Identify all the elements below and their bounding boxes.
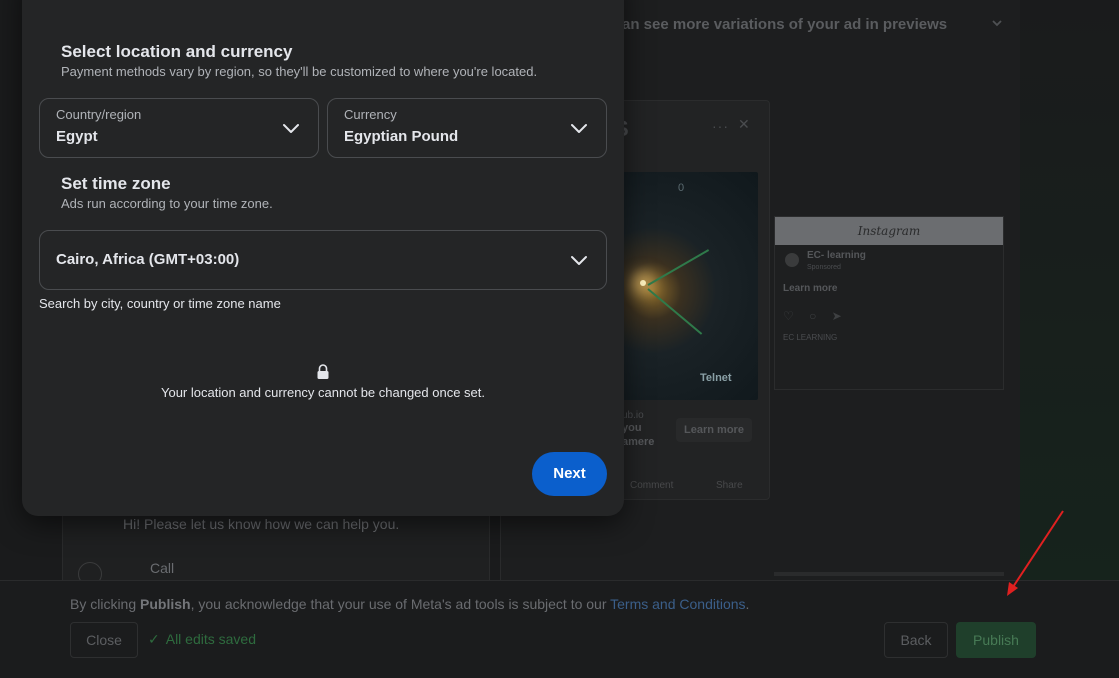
instagram-learn-more[interactable]: Learn more bbox=[783, 283, 837, 294]
legal-notice: By clicking Publish, you acknowledge tha… bbox=[70, 596, 750, 612]
ad-headline-line1: you bbox=[622, 422, 642, 434]
comment-action[interactable]: Comment bbox=[630, 480, 673, 491]
avatar bbox=[785, 253, 799, 267]
instagram-action-icons: ♡ ○ ➤ bbox=[783, 309, 848, 323]
terms-link[interactable]: Terms and Conditions bbox=[610, 596, 745, 612]
country-label: Country/region bbox=[56, 107, 142, 122]
save-status-label: All edits saved bbox=[165, 631, 257, 647]
ad-image: 0 Telnet bbox=[612, 172, 758, 400]
publish-button[interactable]: Publish bbox=[956, 622, 1036, 658]
lock-icon bbox=[317, 364, 329, 379]
country-value: Egypt bbox=[56, 128, 98, 145]
right-edge-panel bbox=[1020, 0, 1119, 580]
chevron-down-icon bbox=[571, 256, 587, 265]
ad-url: ub.io bbox=[622, 410, 644, 421]
instagram-header: Instagram bbox=[775, 217, 1003, 245]
back-button[interactable]: Back bbox=[884, 622, 948, 658]
share-action[interactable]: Share bbox=[716, 480, 743, 491]
country-select[interactable]: Country/region Egypt bbox=[39, 98, 319, 158]
sponsored-label: Sponsored bbox=[807, 264, 841, 271]
timezone-select[interactable]: Cairo, Africa (GMT+03:00) bbox=[39, 230, 607, 290]
help-message: Hi! Please let us know how we can help y… bbox=[123, 516, 400, 532]
instagram-preview-card: Instagram EC- learning Sponsored Learn m… bbox=[774, 216, 1004, 390]
save-status: ✓ All edits saved bbox=[148, 631, 256, 648]
currency-value: Egyptian Pound bbox=[344, 128, 459, 145]
close-icon[interactable]: ✕ bbox=[738, 116, 750, 133]
currency-label: Currency bbox=[344, 107, 397, 122]
chevron-down-icon bbox=[283, 124, 299, 133]
timezone-section-title: Set time zone bbox=[61, 174, 171, 193]
ad-image-number: 0 bbox=[678, 182, 685, 194]
ad-headline-line2: amere bbox=[622, 436, 655, 448]
variations-heading[interactable]: an see more variations of your ad in pre… bbox=[622, 16, 947, 33]
footer-bar: By clicking Publish, you acknowledge tha… bbox=[0, 580, 1119, 678]
check-icon: ✓ bbox=[148, 631, 160, 647]
location-currency-dialog: Select location and currency Payment met… bbox=[22, 0, 624, 516]
learn-more-button[interactable]: Learn more bbox=[676, 418, 752, 442]
ad-image-text: Telnet bbox=[700, 372, 732, 384]
preview-scrollbar[interactable] bbox=[774, 572, 1004, 576]
location-section-title: Select location and currency bbox=[61, 42, 293, 61]
chevron-down-icon bbox=[571, 124, 587, 133]
currency-select[interactable]: Currency Egyptian Pound bbox=[327, 98, 607, 158]
timezone-section-subtitle: Ads run according to your time zone. bbox=[61, 196, 273, 211]
instagram-caption: EC LEARNING bbox=[783, 333, 838, 342]
timezone-hint: Search by city, country or time zone nam… bbox=[39, 296, 281, 311]
timezone-value: Cairo, Africa (GMT+03:00) bbox=[56, 251, 240, 268]
legal-publish-word: Publish bbox=[140, 596, 191, 612]
next-button[interactable]: Next bbox=[532, 452, 607, 496]
chevron-down-icon[interactable] bbox=[990, 16, 1004, 30]
lock-notice: Your location and currency cannot be cha… bbox=[160, 385, 486, 400]
more-options-icon[interactable]: ··· bbox=[712, 118, 729, 134]
call-option-label: Call bbox=[150, 560, 175, 576]
location-section-subtitle: Payment methods vary by region, so they'… bbox=[61, 64, 538, 79]
instagram-account-name: EC- learning bbox=[807, 250, 866, 261]
close-button[interactable]: Close bbox=[70, 622, 138, 658]
